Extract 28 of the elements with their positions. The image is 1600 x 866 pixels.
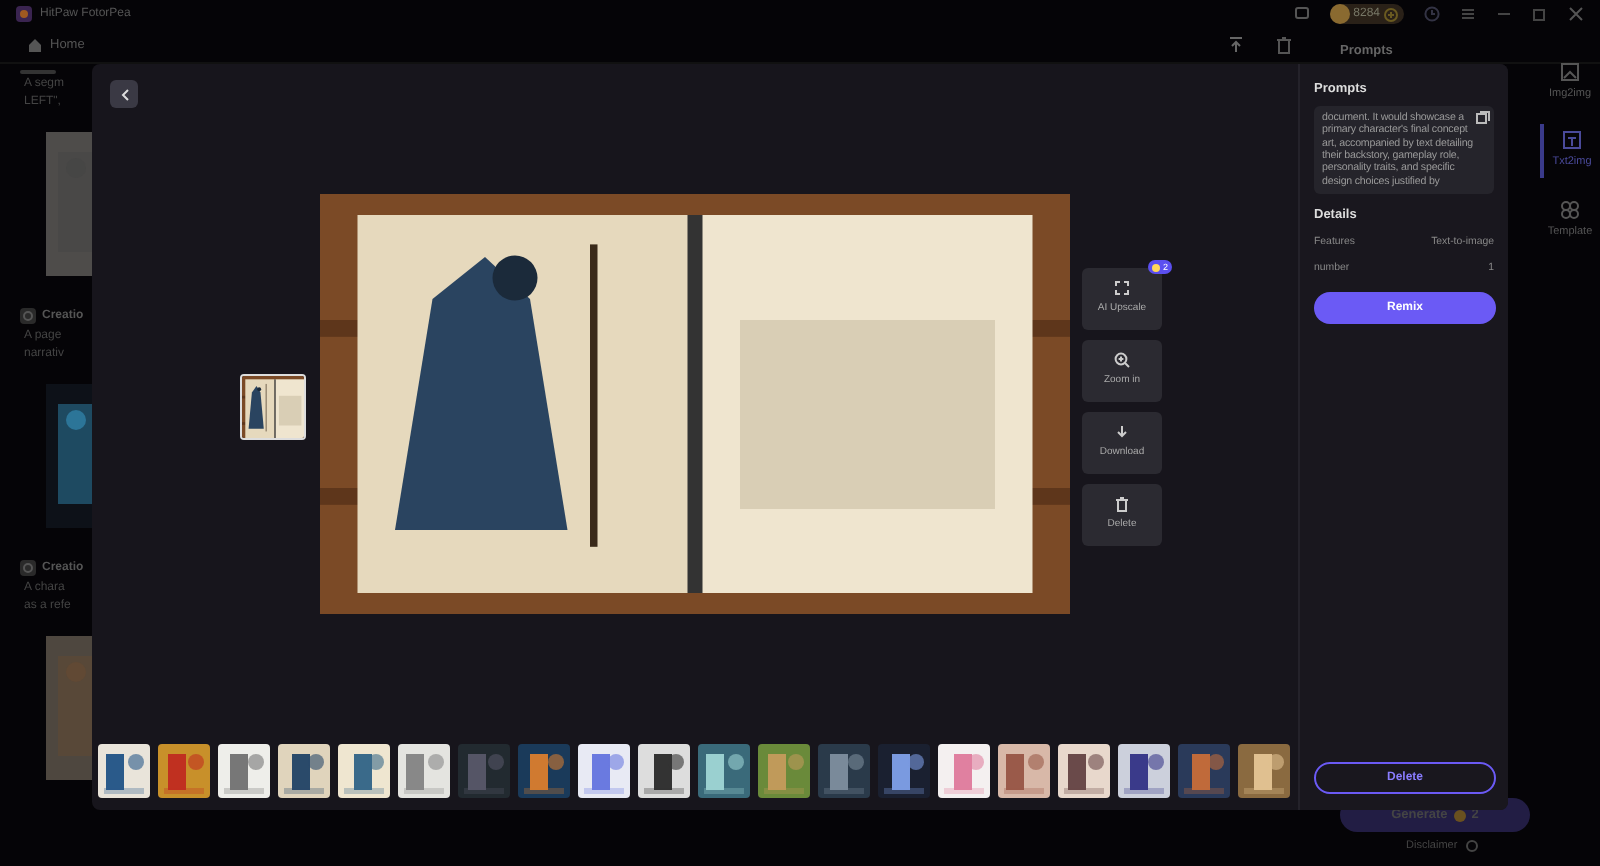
google-icon <box>20 308 36 324</box>
coin-icon <box>1152 263 1161 271</box>
plus-icon <box>1384 7 1398 21</box>
coin-icon <box>1453 809 1466 821</box>
google-icon <box>20 560 36 576</box>
clock-icon[interactable] <box>1424 6 1440 22</box>
expand-icon <box>1114 280 1130 297</box>
divider-icon <box>20 68 56 76</box>
grid-icon <box>1560 199 1580 219</box>
back-button[interactable] <box>110 80 138 108</box>
image-icon <box>1560 62 1580 82</box>
upload-icon[interactable] <box>1228 36 1244 54</box>
trash-icon <box>1114 496 1130 513</box>
text-icon <box>1562 130 1582 151</box>
thumbnail[interactable] <box>240 374 306 440</box>
menu-icon[interactable] <box>1460 6 1476 22</box>
close-icon[interactable] <box>1568 6 1584 22</box>
info-icon <box>1465 840 1478 853</box>
home-icon <box>28 38 42 52</box>
app-logo-icon <box>16 6 32 22</box>
chevron-left-icon <box>119 87 129 101</box>
copy-icon[interactable] <box>1476 109 1490 124</box>
restore-icon[interactable] <box>1532 6 1548 22</box>
coin-icon <box>1329 4 1350 24</box>
zoom-in-icon <box>1114 352 1130 369</box>
download-icon <box>1114 424 1130 441</box>
chat-icon[interactable] <box>1293 6 1310 22</box>
trash-icon[interactable] <box>1276 36 1292 54</box>
